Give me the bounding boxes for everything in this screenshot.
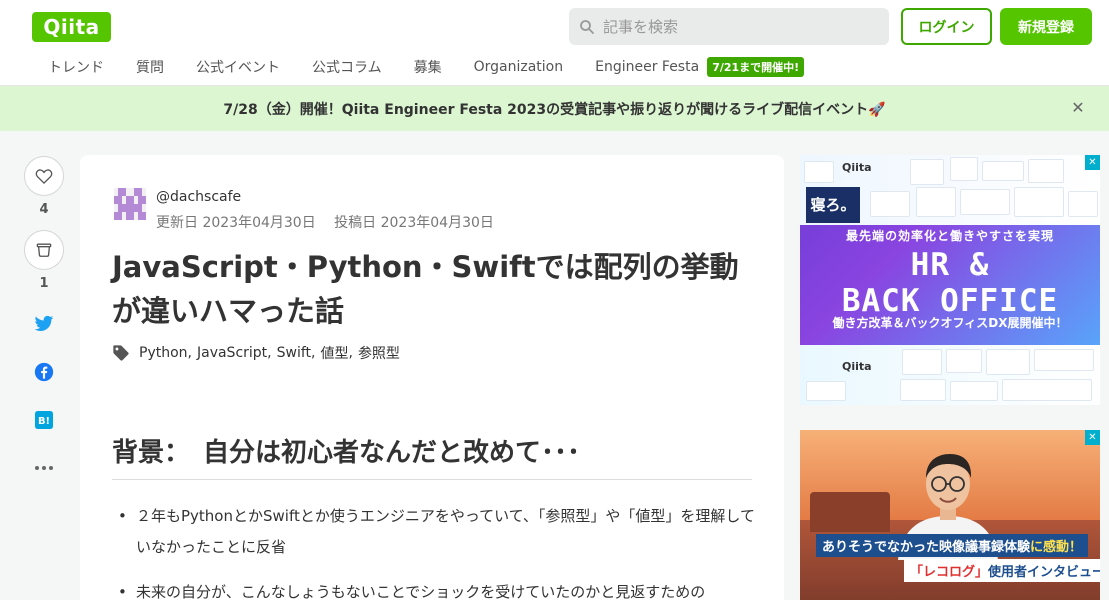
close-icon[interactable]: ✕ (1069, 99, 1087, 117)
ad2-headline-main: ありそうでなかった映像議事録体験 (822, 540, 1031, 555)
banner-text[interactable]: 7/28（金）開催！Qiita Engineer Festa 2023の受賞記事… (223, 99, 885, 119)
like-button[interactable] (24, 156, 64, 196)
section-heading: 背景： 自分は初心者なんだと改めて･･･ (112, 432, 752, 480)
twitter-icon (34, 315, 54, 331)
tag-separator: , (187, 345, 192, 361)
ad2-product-name: 「レコログ」 (910, 565, 989, 580)
tag-separator: , (348, 345, 353, 361)
author-name[interactable]: @dachscafe (156, 189, 241, 205)
article-dates: 更新日 2023年04月30日 投稿日 2023年04月30日 (156, 212, 494, 232)
tag-separator: , (267, 345, 272, 361)
nav-item-official-columns[interactable]: 公式コラム (312, 57, 382, 77)
tag-javascript[interactable]: JavaScript (197, 345, 267, 361)
main-nav: トレンド 質問 公式イベント 公式コラム 募集 Organization Eng… (32, 52, 805, 82)
tag-reference-type[interactable]: 参照型 (358, 343, 400, 363)
updated-date: 更新日 2023年04月30日 (156, 215, 316, 231)
ad2-subheadline: 「レコログ」使用者インタビュー (904, 559, 1100, 582)
tag-swift[interactable]: Swift (277, 345, 311, 361)
ad-banner-hr-backoffice[interactable]: Qiita 寝ろ。 最先端の効率化と働きやすさを実現 HR & BACK OFF… (800, 155, 1100, 405)
avatar[interactable] (114, 188, 146, 220)
ad-subtitle: 働き方改革＆バックオフィスDX展開催中！ (832, 316, 1068, 330)
stock-icon (36, 243, 52, 257)
ad-sleep-tile: 寝ろ。 (806, 187, 860, 223)
more-icon (35, 466, 53, 470)
hatena-bookmark-icon: B! (35, 411, 53, 429)
login-button[interactable]: ログイン (901, 8, 992, 45)
stock-count: 1 (39, 276, 49, 291)
share-facebook-button[interactable] (24, 358, 64, 386)
qiita-logo[interactable]: Qiita (32, 12, 111, 42)
ad2-subheadline-main: 使用者インタビュー (988, 565, 1100, 580)
site-header: Qiita ログイン 新規登録 トレンド 質問 公式イベント 公式コラム 募集 … (0, 0, 1109, 86)
more-options-button[interactable] (24, 454, 64, 482)
ad2-headline-em: に感動！ (1030, 540, 1083, 555)
svg-text:B!: B! (38, 416, 50, 427)
ad2-headline: ありそうでなかった映像議事録体験に感動！ (816, 534, 1089, 557)
posted-date: 投稿日 2023年04月30日 (334, 215, 494, 231)
tag-separator: , (311, 345, 316, 361)
tag-python[interactable]: Python (139, 345, 188, 361)
ad-headline: 最先端の効率化と働きやすさを実現 (845, 229, 1054, 243)
festa-badge: 7/21まで開催中! (707, 57, 805, 77)
facebook-icon (34, 362, 54, 382)
ad-qiita-logo: Qiita (842, 161, 872, 174)
nav-item-trend[interactable]: トレンド (48, 57, 104, 77)
ad-qiita-logo-bottom: Qiita (842, 360, 872, 373)
nav-item-engineer-festa[interactable]: Engineer Festa (595, 59, 699, 75)
search-input[interactable] (603, 17, 863, 36)
nav-item-questions[interactable]: 質問 (136, 57, 164, 77)
stock-button[interactable] (24, 230, 64, 270)
article-actions-sidebar: 4 1 B! (24, 156, 64, 482)
ad-big-title: HR & BACK OFFICE (800, 247, 1100, 319)
search-box[interactable] (569, 8, 889, 45)
tag-icon (113, 345, 129, 361)
nav-item-official-events[interactable]: 公式イベント (196, 57, 280, 77)
list-item: ２年もPythonとかSwiftとか使うエンジニアをやっていて、「参照型」や「値… (118, 501, 758, 563)
ad-banner-rekolog[interactable]: ありそうでなかった映像議事録体験に感動！ 「レコログ」使用者インタビュー ✕ (800, 430, 1100, 600)
nav-item-recruit[interactable]: 募集 (414, 57, 442, 77)
share-twitter-button[interactable] (24, 310, 64, 338)
heart-icon (35, 169, 53, 185)
event-banner[interactable]: 7/28（金）開催！Qiita Engineer Festa 2023の受賞記事… (0, 86, 1109, 131)
share-hatena-button[interactable]: B! (24, 406, 64, 434)
search-icon (580, 19, 594, 34)
article-card: @dachscafe 更新日 2023年04月30日 投稿日 2023年04月3… (80, 155, 784, 600)
list-item: 未来の自分が、こんなしょうもないことでショックを受けていたのかと見返すための (118, 577, 758, 600)
signup-button[interactable]: 新規登録 (1000, 8, 1092, 45)
tag-value-type[interactable]: 値型 (320, 343, 348, 363)
ad-close-icon[interactable]: ✕ (1085, 155, 1100, 170)
ad-big-title-line1: HR & (910, 247, 990, 283)
nav-item-organization[interactable]: Organization (474, 59, 564, 75)
tag-list: Python, JavaScript, Swift, 値型, 参照型 (112, 343, 400, 363)
like-count: 4 (39, 202, 49, 217)
ad-close-icon[interactable]: ✕ (1085, 430, 1100, 445)
article-title: JavaScript・Python・Swiftでは配列の挙動が違いハマった話 (112, 250, 739, 328)
ad-mesa-shape (810, 492, 890, 532)
article-bullet-list: ２年もPythonとかSwiftとか使うエンジニアをやっていて、「参照型」や「値… (118, 501, 758, 600)
